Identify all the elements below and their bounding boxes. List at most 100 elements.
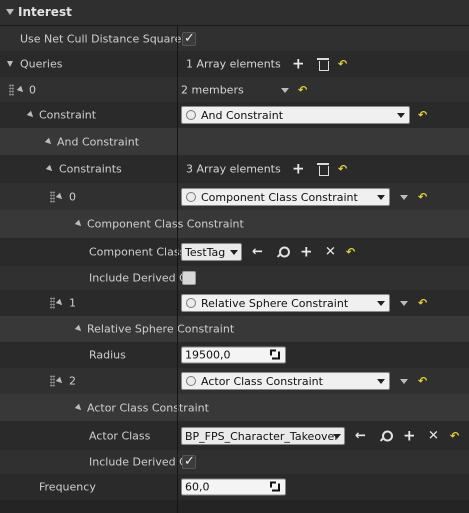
chevron-down-icon: [377, 379, 385, 384]
struct-header-label: Actor Class Constraint: [87, 401, 209, 414]
combo-value: Actor Class Constraint: [201, 375, 323, 388]
drag-handle-icon[interactable]: [9, 83, 14, 96]
radius-input[interactable]: 19500,0: [181, 346, 286, 364]
struct-header-component-class-constraint[interactable]: Component Class Constraint: [0, 210, 469, 238]
property-label: Include Derived C: [89, 455, 187, 469]
select-value: TestTag: [185, 246, 226, 259]
property-label: Constraint: [39, 108, 97, 122]
expand-arrow-icon[interactable]: [7, 61, 13, 67]
input-value: 19500,0: [185, 348, 231, 362]
chevron-down-icon: [230, 250, 238, 255]
actor-class-select[interactable]: BP_FPS_Character_Takeover: [181, 426, 345, 445]
combo-value: Component Class Constraint: [201, 190, 358, 204]
reset-to-default-icon[interactable]: ↶: [338, 163, 347, 176]
array-count: 1 Array elements: [186, 57, 281, 71]
chevron-down-icon[interactable]: [281, 87, 289, 93]
expand-arrow-icon[interactable]: [16, 85, 26, 94]
chevron-down-icon[interactable]: [400, 379, 408, 384]
property-label: Constraints: [59, 162, 122, 176]
drag-handle-icon[interactable]: [50, 297, 55, 309]
property-row-frequency: Frequency 60,0: [0, 474, 469, 500]
reset-to-default-icon[interactable]: ↶: [298, 83, 307, 96]
drag-handle-icon[interactable]: [50, 190, 55, 203]
column-splitter[interactable]: [177, 26, 178, 513]
expand-arrow-icon[interactable]: [74, 403, 84, 412]
component-class-select[interactable]: TestTag: [181, 243, 242, 261]
include-derived-checkbox[interactable]: [182, 271, 196, 285]
include-derived-checkbox[interactable]: [182, 454, 196, 469]
add-icon[interactable]: +: [300, 244, 313, 260]
reset-to-default-icon[interactable]: ↶: [418, 109, 427, 122]
expand-arrow-icon[interactable]: [44, 137, 54, 146]
collapse-chevron-icon[interactable]: [6, 9, 14, 15]
select-value: BP_FPS_Character_Takeover: [185, 429, 339, 443]
chevron-down-icon: [377, 194, 385, 200]
property-row-constraint-1: 1 Relative Sphere Constraint ↶: [0, 290, 469, 316]
struct-header-relative-sphere-constraint[interactable]: Relative Sphere Constraint: [0, 316, 469, 342]
use-net-cull-distance-checkbox[interactable]: [182, 31, 196, 46]
property-label: Radius: [89, 348, 126, 362]
property-label: Include Derived C: [89, 271, 187, 285]
struct-header-and-constraint[interactable]: And Constraint: [0, 128, 469, 155]
reset-to-default-icon[interactable]: ↶: [346, 246, 355, 259]
clear-icon[interactable]: ✕: [428, 429, 439, 442]
property-row-actor-class: Actor Class BP_FPS_Character_Takeover ← …: [0, 421, 469, 450]
drag-value-icon[interactable]: [270, 349, 280, 360]
element-index: 1: [69, 296, 76, 310]
combo-value: And Constraint: [201, 109, 284, 122]
drag-handle-icon[interactable]: [50, 375, 55, 387]
property-row-constraints: Constraints 3 Array elements + ↶: [0, 155, 469, 183]
expand-arrow-icon[interactable]: [45, 164, 55, 174]
class-circle-icon: [186, 376, 196, 386]
element-index: 2: [69, 374, 76, 388]
interest-category-header[interactable]: Interest: [0, 0, 469, 26]
struct-header-label: And Constraint: [57, 135, 140, 148]
search-icon[interactable]: [380, 430, 393, 441]
add-icon[interactable]: +: [403, 428, 416, 443]
class-circle-icon: [186, 110, 196, 120]
reset-to-default-icon[interactable]: ↶: [418, 297, 427, 310]
reset-to-default-icon[interactable]: ↶: [418, 190, 427, 203]
property-label: Use Net Cull Distance Squared f: [20, 32, 196, 45]
add-element-icon[interactable]: +: [292, 161, 305, 177]
property-row-include-derived-classes-2: Include Derived C: [0, 450, 469, 474]
expand-arrow-icon[interactable]: [55, 192, 65, 201]
expand-arrow-icon[interactable]: [55, 298, 65, 308]
struct-header-actor-class-constraint[interactable]: Actor Class Constraint: [0, 394, 469, 421]
add-element-icon[interactable]: +: [292, 56, 305, 72]
expand-arrow-icon[interactable]: [74, 324, 84, 334]
expand-arrow-icon[interactable]: [26, 110, 36, 120]
reset-to-default-icon[interactable]: ↶: [338, 58, 347, 71]
search-icon[interactable]: [277, 246, 290, 258]
expand-arrow-icon[interactable]: [74, 219, 84, 229]
actor-class-constraint-combo[interactable]: Actor Class Constraint: [181, 372, 390, 390]
property-row-constraint-0: 0 Component Class Constraint ↶: [0, 183, 469, 210]
member-count: 2 members: [181, 83, 244, 96]
chevron-down-icon[interactable]: [400, 301, 408, 306]
component-class-constraint-combo[interactable]: Component Class Constraint: [181, 187, 390, 206]
struct-header-label: Relative Sphere Constraint: [87, 322, 235, 336]
use-selected-arrow-icon[interactable]: ←: [355, 429, 366, 442]
empty-area: [0, 500, 469, 513]
array-count: 3 Array elements: [186, 162, 281, 176]
use-selected-arrow-icon[interactable]: ←: [252, 246, 263, 259]
chevron-down-icon: [333, 433, 341, 439]
constraint-type-combo[interactable]: And Constraint: [181, 106, 410, 124]
relative-sphere-constraint-combo[interactable]: Relative Sphere Constraint: [181, 294, 390, 312]
reset-to-default-icon[interactable]: ↶: [418, 375, 427, 388]
trash-icon[interactable]: [317, 163, 329, 176]
struct-header-label: Component Class Constraint: [87, 217, 244, 231]
trash-icon[interactable]: [317, 58, 329, 71]
property-label: Component Class: [89, 245, 186, 259]
frequency-input[interactable]: 60,0: [181, 478, 286, 496]
property-row-include-derived-classes: Include Derived C: [0, 266, 469, 290]
input-value: 60,0: [185, 480, 210, 494]
property-row-component-class: Component Class TestTag ← + ✕ ↶: [0, 238, 469, 266]
drag-value-icon[interactable]: [270, 481, 280, 492]
chevron-down-icon[interactable]: [400, 194, 408, 200]
element-index: 0: [29, 83, 36, 96]
class-circle-icon: [186, 298, 196, 308]
reset-to-default-icon[interactable]: ↶: [450, 429, 459, 442]
clear-icon[interactable]: ✕: [325, 246, 336, 259]
expand-arrow-icon[interactable]: [55, 376, 65, 386]
